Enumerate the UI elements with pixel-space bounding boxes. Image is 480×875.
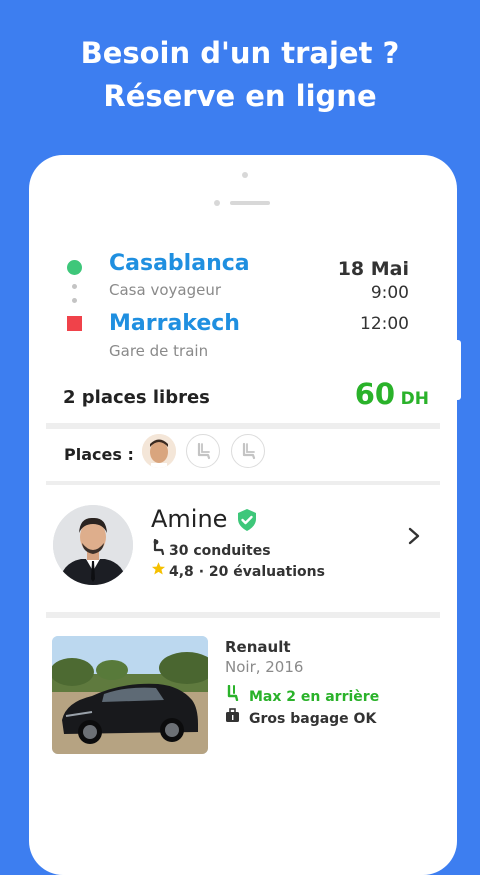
car-color-year: Noir, 2016 <box>225 658 304 676</box>
trip-date: 18 Mai <box>337 258 409 280</box>
verified-badge-icon <box>238 509 256 531</box>
departure-city: Casablanca <box>109 251 250 276</box>
departure-dot-icon <box>67 260 82 275</box>
headline-line-1: Besoin d'un trajet ? <box>80 36 400 70</box>
places-label: Places : <box>64 445 134 464</box>
route-dot-icon <box>72 284 77 289</box>
luggage-icon <box>225 708 249 727</box>
driver-avatar[interactable] <box>53 505 133 585</box>
rear-seat-icon <box>225 684 249 705</box>
rear-limit-feature: Max 2 en arrière <box>225 684 380 705</box>
arrival-time: 12:00 <box>360 314 409 334</box>
driver-rating: 4,8 · 20 évaluations <box>151 561 325 580</box>
phone-speaker <box>230 201 270 205</box>
price-value: 60 <box>354 377 396 411</box>
luggage-feature: Gros bagage OK <box>225 708 376 727</box>
departure-time: 9:00 <box>370 283 409 303</box>
car-photo[interactable] <box>52 636 208 754</box>
steering-seat-icon <box>151 538 169 559</box>
chevron-right-icon[interactable] <box>407 527 421 545</box>
star-icon <box>151 561 169 580</box>
phone-frame: Casablanca Casa voyageur Marrakech Gare … <box>29 155 457 875</box>
rear-limit-text: Max 2 en arrière <box>249 689 380 705</box>
places-free: 2 places libres <box>63 387 210 408</box>
phone-camera <box>242 172 248 178</box>
car-brand: Renault <box>225 638 291 656</box>
rating-value: 4,8 <box>169 564 194 580</box>
rating-separator: · <box>198 564 205 580</box>
empty-seat-icon[interactable] <box>231 434 265 468</box>
divider <box>46 481 440 485</box>
driver-rides: 30 conduites <box>151 538 271 559</box>
arrival-square-icon <box>67 316 82 331</box>
headline: Besoin d'un trajet ? Réserve en ligne <box>0 32 480 118</box>
headline-line-2: Réserve en ligne <box>103 79 377 113</box>
empty-seat-icon[interactable] <box>186 434 220 468</box>
divider <box>46 423 440 429</box>
price: 60 DH <box>355 377 429 411</box>
reviews-count: 20 évaluations <box>208 564 325 580</box>
arrival-city: Marrakech <box>109 311 240 336</box>
arrival-station: Gare de train <box>109 342 209 360</box>
divider <box>46 612 440 618</box>
driver-rides-count: 30 conduites <box>169 543 271 559</box>
phone-sensor <box>214 200 220 206</box>
departure-station: Casa voyageur <box>109 281 221 299</box>
route-dot-icon <box>72 298 77 303</box>
luggage-text: Gros bagage OK <box>249 711 377 727</box>
driver-name: Amine <box>151 505 228 533</box>
price-currency: DH <box>400 389 429 409</box>
passenger-avatar[interactable] <box>142 434 176 468</box>
